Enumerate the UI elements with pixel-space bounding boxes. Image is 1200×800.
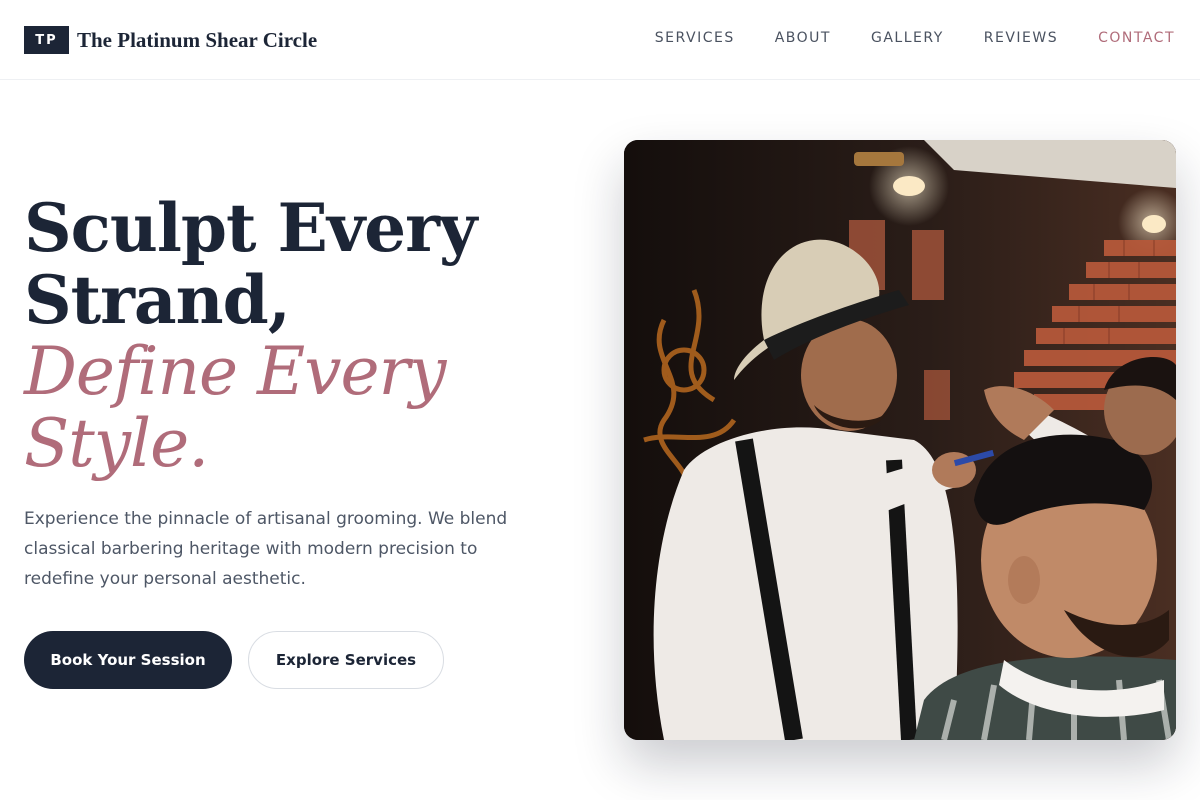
nav-reviews[interactable]: REVIEWS xyxy=(984,30,1058,46)
headline-line-1: Sculpt Every xyxy=(24,189,477,267)
explore-services-button[interactable]: Explore Services xyxy=(248,631,444,689)
headline-line-2: Strand, xyxy=(24,261,291,339)
brand-mark: TP xyxy=(24,26,69,54)
headline-line-4: Style. xyxy=(24,405,209,482)
headline-line-3: Define Every xyxy=(24,333,446,410)
hero-photo xyxy=(624,140,1176,740)
nav-about[interactable]: ABOUT xyxy=(775,30,831,46)
nav-contact[interactable]: CONTACT xyxy=(1098,30,1175,46)
hero-headline: Sculpt Every Strand, Define Every Style. xyxy=(24,189,477,482)
nav-gallery[interactable]: GALLERY xyxy=(871,30,944,46)
hero-description: Experience the pinnacle of artisanal gro… xyxy=(24,509,508,589)
site-header: TP The Platinum Shear Circle SERVICES AB… xyxy=(0,0,1200,80)
brand-name: The Platinum Shear Circle xyxy=(77,27,318,52)
brand-logo[interactable]: TP The Platinum Shear Circle xyxy=(24,26,317,54)
book-session-button[interactable]: Book Your Session xyxy=(24,631,232,689)
main-nav: SERVICES ABOUT GALLERY REVIEWS CONTACT xyxy=(615,30,1175,46)
nav-services[interactable]: SERVICES xyxy=(655,30,735,46)
barber-scene-illustration xyxy=(624,140,1176,740)
